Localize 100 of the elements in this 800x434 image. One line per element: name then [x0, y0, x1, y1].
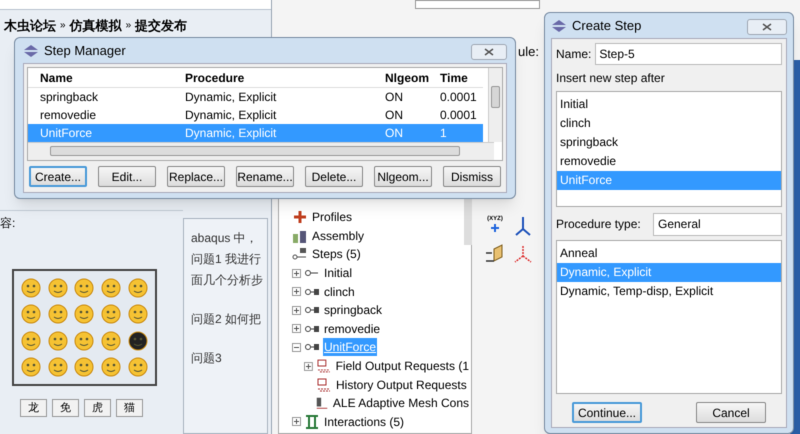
- close-button[interactable]: [747, 18, 787, 34]
- emoticon-icon[interactable]: [48, 304, 68, 324]
- tree-item[interactable]: clinch: [323, 282, 356, 301]
- table-cell-text: 1: [440, 125, 448, 142]
- steps-icon: [292, 246, 308, 262]
- dialog-button[interactable]: Replace...: [167, 166, 225, 187]
- column-header[interactable]: Procedure: [185, 68, 385, 86]
- dialog-button[interactable]: Create...: [29, 166, 87, 187]
- axis-icon[interactable]: [512, 243, 534, 265]
- frame-icon: [304, 414, 320, 430]
- emoticon-icon[interactable]: [128, 278, 148, 298]
- tree-item[interactable]: Interactions (5): [323, 412, 406, 431]
- table-row[interactable]: springback Dynamic, Explicit ON 0.0001: [28, 88, 483, 106]
- emoticon-icon[interactable]: [74, 278, 94, 298]
- dialog-button[interactable]: Nlgeom...: [374, 166, 432, 187]
- table-cell-text: ON: [385, 125, 404, 142]
- emoticon-icon[interactable]: [74, 304, 94, 324]
- plus-icon[interactable]: [490, 223, 500, 233]
- post-line: 问题2 如何把: [191, 311, 262, 328]
- post-line: 面几个分析步: [191, 272, 264, 289]
- table-icon: [316, 358, 332, 374]
- plus-box-icon[interactable]: [304, 362, 313, 371]
- table-cell-text: springback: [40, 89, 100, 106]
- dialog-button[interactable]: Dismiss: [443, 166, 501, 187]
- emoticon-icon[interactable]: [21, 330, 42, 351]
- breadcrumb-link[interactable]: 提交发布: [135, 16, 188, 36]
- emoticon-icon[interactable]: [48, 278, 68, 298]
- tree-item[interactable]: Initial: [323, 264, 354, 282]
- dialog-button[interactable]: Edit...: [98, 166, 156, 187]
- table-row[interactable]: removedie Dynamic, Explicit ON 0.0001: [28, 106, 483, 124]
- window-title: Step Manager: [44, 42, 126, 60]
- table-icon: [316, 376, 332, 393]
- field-label: Procedure type:: [556, 216, 642, 234]
- tree-item[interactable]: removedie: [323, 320, 382, 338]
- name-field[interactable]: Step-5: [595, 43, 782, 65]
- breadcrumb-link[interactable]: 木虫论坛: [4, 16, 56, 36]
- column-header[interactable]: Time: [440, 68, 485, 86]
- list-item[interactable]: Initial: [557, 95, 781, 114]
- table-cell-text: removedie: [40, 107, 98, 124]
- emoticon-icon[interactable]: [74, 330, 94, 351]
- procedure-type-field[interactable]: General: [653, 212, 782, 236]
- list-item[interactable]: Anneal: [557, 244, 781, 263]
- minus-box-icon[interactable]: [292, 342, 301, 352]
- list-item[interactable]: Dynamic, Temp-disp, Explicit: [557, 282, 781, 301]
- tree-item[interactable]: Profiles: [311, 208, 354, 226]
- emoticon-icon[interactable]: [101, 304, 122, 324]
- dialog-button[interactable]: Continue...: [572, 402, 642, 423]
- close-button[interactable]: [471, 44, 507, 60]
- emoticon-icon[interactable]: [128, 330, 148, 351]
- plus-box-icon[interactable]: [292, 324, 301, 334]
- table-cell-text: UnitForce: [40, 125, 94, 142]
- field-label: 容:: [0, 216, 16, 230]
- emoticon-icon[interactable]: [101, 330, 122, 351]
- arrows-icon: [23, 44, 39, 56]
- emoticon-tab[interactable]: 虎: [84, 399, 111, 417]
- tree-item[interactable]: ALE Adaptive Mesh Cons: [332, 394, 470, 412]
- column-header[interactable]: Name: [40, 68, 185, 86]
- emoticon-icon[interactable]: [21, 278, 42, 298]
- field-label: Name:: [556, 46, 592, 63]
- tree-item[interactable]: springback: [323, 301, 384, 320]
- tree-item[interactable]: Field Output Requests (1: [334, 357, 470, 376]
- table-cell-text: Dynamic, Explicit: [185, 125, 278, 142]
- dialog-button[interactable]: Rename...: [236, 166, 294, 187]
- emoticon-icon[interactable]: [128, 304, 148, 324]
- breadcrumb-separator: »: [126, 19, 132, 34]
- list-item[interactable]: clinch: [557, 114, 781, 133]
- dialog-button[interactable]: Cancel: [696, 402, 766, 423]
- toolbar-combo[interactable]: [415, 0, 540, 9]
- emoticon-icon[interactable]: [48, 356, 68, 377]
- table-cell-text: ON: [385, 107, 404, 124]
- emoticon-icon[interactable]: [101, 278, 122, 298]
- plus-box-icon[interactable]: [292, 287, 301, 296]
- close-icon: [762, 22, 772, 30]
- emoticon-icon[interactable]: [74, 356, 94, 377]
- scrollbar[interactable]: [28, 142, 494, 160]
- plus-box-icon[interactable]: [292, 268, 301, 278]
- emoticon-icon[interactable]: [128, 356, 148, 377]
- emoticon-tab[interactable]: 猫: [116, 399, 143, 417]
- list-item[interactable]: springback: [557, 133, 781, 152]
- plus-box-icon[interactable]: [292, 306, 301, 315]
- emoticon-icon[interactable]: [101, 356, 122, 377]
- list-item[interactable]: removedie: [557, 152, 781, 171]
- emoticon-tab[interactable]: 免: [52, 399, 79, 417]
- emoticon-icon[interactable]: [21, 356, 42, 377]
- post-line: 问题1 我进行: [191, 251, 262, 268]
- emoticon-tab[interactable]: 龙: [20, 399, 47, 417]
- module-label: ule:: [518, 43, 539, 61]
- tree-item[interactable]: Assembly: [311, 226, 366, 245]
- breadcrumb-link[interactable]: 仿真模拟: [70, 16, 122, 36]
- table-cell-text: 0.0001: [440, 89, 478, 106]
- scrollbar[interactable]: [488, 68, 502, 142]
- tree-item[interactable]: Steps (5): [311, 245, 362, 264]
- dialog-button[interactable]: Delete...: [305, 166, 363, 187]
- post-text-area[interactable]: abaqus 中， 问题1 我进行 面几个分析步 问题2 如何把 问题3: [183, 218, 268, 434]
- emoticon-icon[interactable]: [48, 330, 68, 351]
- breadcrumb-separator: »: [60, 19, 66, 34]
- tree-item[interactable]: History Output Requests: [335, 376, 468, 394]
- column-header[interactable]: Nlgeom: [385, 68, 440, 86]
- plus-box-icon[interactable]: [292, 417, 301, 426]
- emoticon-icon[interactable]: [21, 304, 42, 324]
